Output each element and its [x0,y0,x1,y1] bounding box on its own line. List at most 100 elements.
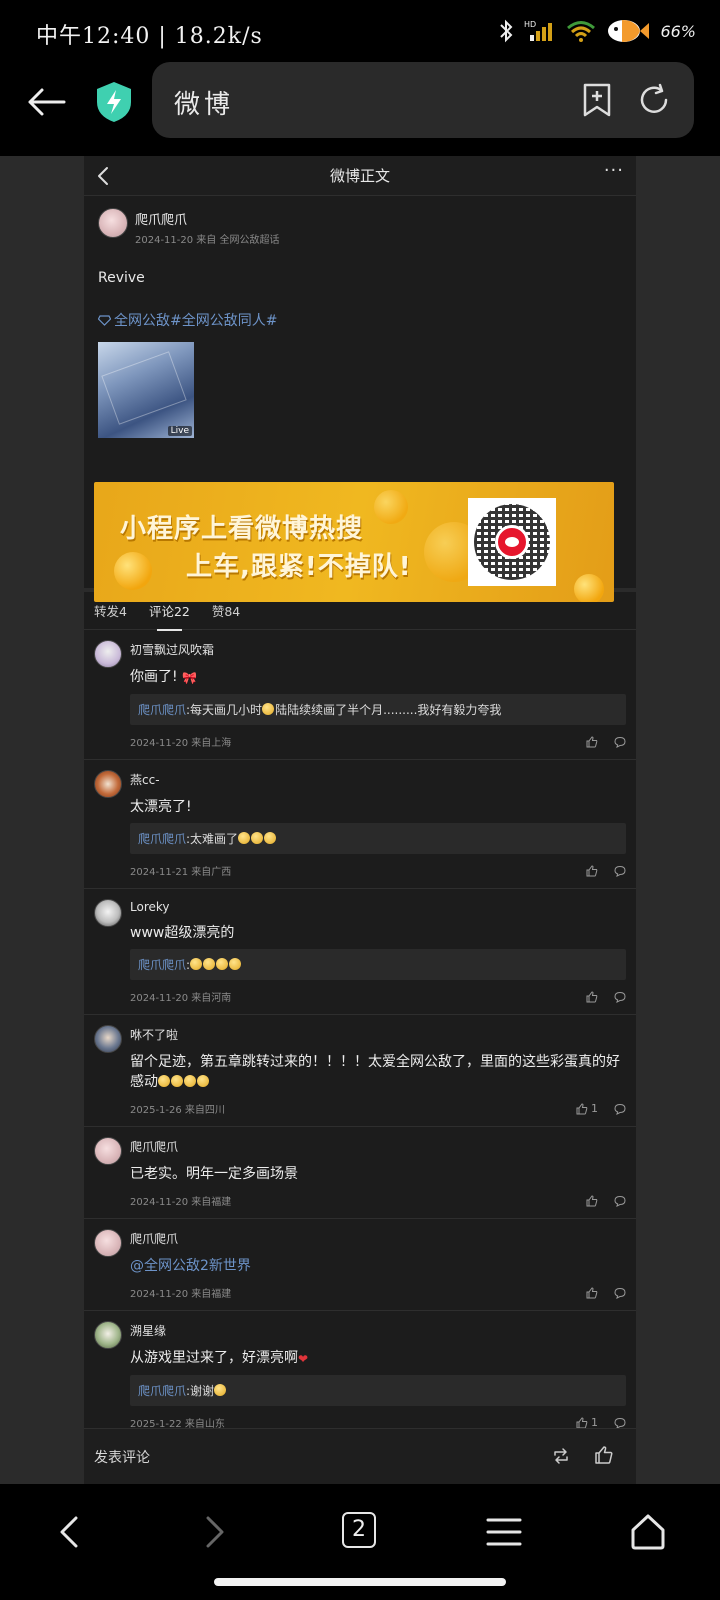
signal-icon: HD [524,20,553,41]
commenter-avatar[interactable] [94,899,122,927]
like-button[interactable] [586,1286,598,1299]
like-button[interactable] [586,864,598,877]
post-meta: 爬爪爬爪 2024-11-20 来自 全网公敌超话 [135,209,279,246]
reply-author[interactable]: 爬爪爬爪 [138,703,186,717]
address-bar-title: 微博 [174,90,235,120]
post-date-source: 2024-11-20 来自 全网公敌超话 [135,235,280,246]
reply-text-tail: 陆陆续续画了半个月.........我好有毅力夸我 [275,703,502,717]
commenter-avatar[interactable] [94,1229,122,1257]
commenter-name[interactable]: 爬爪爬爪 [130,1138,626,1155]
comment-composer-bar: 发表评论 [84,1428,636,1484]
comment-reply[interactable]: 爬爪爬爪: [130,949,626,980]
reply-author[interactable]: 爬爪爬爪 [138,832,186,846]
emoji-icon [197,1075,209,1087]
commenter-avatar[interactable] [94,1025,122,1053]
bookmark-add-icon[interactable] [580,82,614,118]
post-tabs: 转发4 评论22 赞84 [84,592,636,631]
thumbs-up-icon [586,990,598,1002]
comment-mention[interactable]: @全网公敌2新世界 [130,1256,626,1276]
comment-item: 爬爪爬爪 @全网公敌2新世界 2024-11-20 来自福建 [84,1219,636,1311]
commenter-name[interactable]: 溯星缘 [130,1322,626,1339]
banner-decor [374,490,408,524]
commenter-name[interactable]: 燕cc- [130,771,626,788]
thumbs-up-icon [576,1102,588,1114]
comment-bubble-icon[interactable] [614,991,626,1003]
comment-text: 你画了! 🎀 [130,667,626,688]
comment-meta: 2024-11-21 来自广西 [130,867,232,878]
more-options-icon[interactable]: ··· [604,160,624,181]
comment-text: 留个足迹，第五章跳转过来的！！！！太爱全网公敌了，里面的这些彩蛋真的好感动 [130,1052,626,1092]
comment-text: www超级漂亮的 [130,925,235,941]
repost-icon[interactable] [552,1447,570,1465]
like-button[interactable] [586,990,598,1003]
thumbs-up-icon [586,735,598,747]
banner-headline: 小程序上看微博热搜 [120,514,364,544]
home-indicator[interactable] [214,1578,506,1586]
emoji-icon [184,1075,196,1087]
like-button[interactable] [586,735,598,748]
weibo-logo-icon [495,525,529,559]
bluetooth-icon [500,19,513,43]
emoji-icon [238,832,251,844]
post: 爬爪爬爪 2024-11-20 来自 全网公敌超话 Revive 全网公敌#全网… [84,196,636,602]
tab-likes[interactable]: 赞84 [212,601,240,620]
commenter-name[interactable]: 爬爪爬爪 [130,1230,626,1247]
shield-icon[interactable] [94,80,134,124]
commenter-name[interactable]: Loreky [130,900,626,914]
comment-meta: 2024-11-20 来自福建 [130,1289,232,1300]
mini-program-banner[interactable]: 小程序上看微博热搜 上车,跟紧!不掉队! [94,482,614,602]
menu-icon[interactable] [484,1512,524,1552]
comment-bubble-icon[interactable] [614,1417,626,1429]
status-bar: 中午12:40 | 18.2k/s HD 66% [0,0,720,60]
reply-text: :每天画几小时 [186,703,263,717]
commenter-avatar[interactable] [94,770,122,798]
commenter-name[interactable]: 咻不了啦 [130,1026,626,1043]
comment-reply[interactable]: 爬爪爬爪:每天画几小时 陆陆续续画了半个月.........我好有毅力夸我 [130,694,626,725]
tab-comments[interactable]: 评论22 [149,601,190,631]
post-author-name[interactable]: 爬爪爬爪 [135,209,279,228]
comment-reply[interactable]: 爬爪爬爪:太难画了 [130,823,626,854]
like-button[interactable] [586,1194,598,1207]
wifi-icon [567,21,596,42]
back-arrow-icon[interactable] [24,80,68,124]
live-badge: Live [167,426,192,436]
emoji-icon [214,1384,227,1396]
comment-text: 太漂亮了! [130,799,192,815]
tab-count-button[interactable]: 2 [342,1512,376,1548]
commenter-avatar[interactable] [94,1137,122,1165]
commenter-avatar[interactable] [94,1321,122,1349]
commenter-name[interactable]: 初雪飘过风吹霜 [130,641,626,658]
emoji-icon [171,1075,183,1087]
comment-input[interactable]: 发表评论 [94,1447,150,1467]
nav-back-icon[interactable] [50,1512,90,1552]
emoji-icon [229,958,242,970]
thumbs-up-icon [586,1286,598,1298]
banner-subline: 上车,跟紧!不掉队! [186,552,412,582]
emoji-icon [216,958,229,970]
emoji-icon [190,958,203,970]
reload-icon[interactable] [636,82,672,118]
like-button[interactable]: 1 [576,1102,598,1115]
comment-bubble-icon[interactable] [614,1195,626,1207]
comment-bubble-icon[interactable] [614,736,626,748]
comment-bubble-icon[interactable] [614,1287,626,1299]
comment-text: 已老实。明年一定多画场景 [130,1166,298,1182]
address-bar[interactable]: 微博 [152,62,694,138]
home-icon[interactable] [628,1512,668,1552]
comment-reply[interactable]: 爬爪爬爪:谢谢 [130,1375,626,1406]
comment-bubble-icon[interactable] [614,865,626,877]
diamond-icon [98,314,111,326]
nav-forward-icon[interactable] [194,1512,234,1552]
page-navbar: 微博正文 ··· [84,156,636,196]
reply-author[interactable]: 爬爪爬爪 [138,958,186,972]
commenter-avatar[interactable] [94,640,122,668]
comment-bubble-icon[interactable] [614,1103,626,1115]
post-author-avatar[interactable] [98,208,128,238]
emoji-icon [158,1075,170,1087]
tab-reposts[interactable]: 转发4 [94,601,127,620]
post-tags-text: 全网公敌#全网公敌同人# [114,313,278,329]
thumbs-up-icon[interactable] [594,1445,614,1465]
post-image[interactable]: Live [98,342,194,438]
post-tags[interactable]: 全网公敌#全网公敌同人# [98,310,622,330]
reply-author[interactable]: 爬爪爬爪 [138,1384,186,1398]
